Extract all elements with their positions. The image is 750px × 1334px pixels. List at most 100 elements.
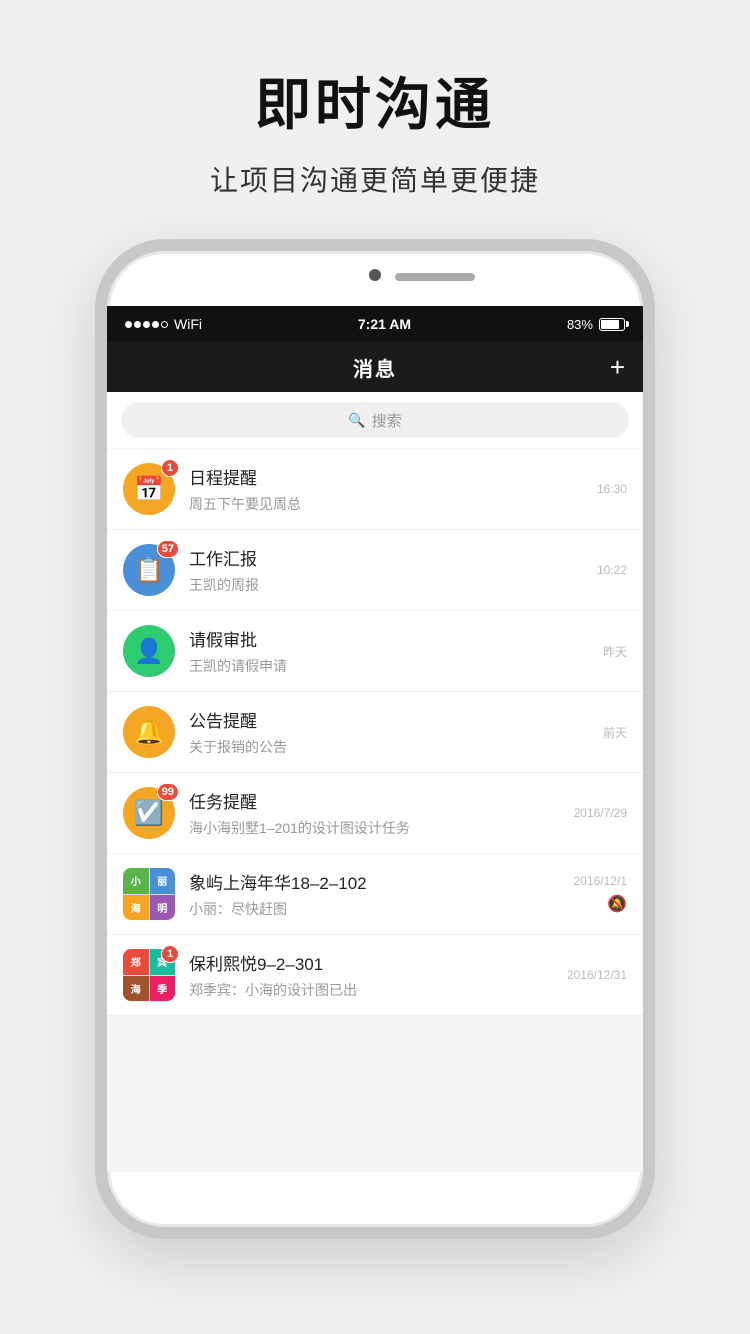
item-title: 日程提醒: [189, 464, 583, 489]
status-right: 83%: [567, 317, 625, 332]
item-time: 2016/12/1: [574, 874, 627, 888]
signal-icon: [125, 321, 168, 328]
avatar-cell: 季: [150, 976, 176, 1002]
unread-badge: 1: [161, 459, 179, 477]
list-item[interactable]: 郑 宾 海 季 1 保利熙悦9–2–301 郑季宾：小海的设计图已出 2016/…: [107, 935, 643, 1016]
report-icon: 📋: [134, 556, 164, 585]
item-content: 日程提醒 周五下午要见周总: [189, 464, 583, 514]
status-time: 7:21 AM: [358, 316, 411, 332]
item-title: 请假审批: [189, 626, 589, 651]
search-placeholder: 搜索: [372, 410, 402, 431]
battery-percent: 83%: [567, 317, 593, 332]
item-meta: 16:30: [597, 482, 627, 496]
item-content: 象屿上海年华18–2–102 小丽：尽快赶图: [189, 869, 560, 919]
item-title: 公告提醒: [189, 707, 589, 732]
avatar-wrap: 📅 1: [123, 463, 175, 515]
item-meta: 2016/12/31: [567, 968, 627, 982]
notice-icon: 🔔: [134, 718, 164, 747]
list-item[interactable]: 🔔 公告提醒 关于报销的公告 前天: [107, 692, 643, 773]
message-list-container: 🔍 搜索 📅 1 日程提醒 周五下午要见周总: [107, 392, 643, 1172]
avatar-cell: 海: [123, 976, 149, 1002]
search-input[interactable]: 🔍 搜索: [121, 402, 629, 438]
avatar-wrap: 郑 宾 海 季 1: [123, 949, 175, 1001]
item-time: 前天: [603, 724, 627, 741]
item-meta: 前天: [603, 724, 627, 741]
signal-dot-1: [125, 321, 132, 328]
avatar: 🔔: [123, 706, 175, 758]
group-avatar: 小 丽 海 明: [123, 868, 175, 920]
item-title: 工作汇报: [189, 545, 583, 570]
item-title: 任务提醒: [189, 788, 560, 813]
mute-icon: 🔕: [607, 894, 627, 914]
avatar-cell: 明: [150, 895, 176, 921]
hero-section: 即时沟通 让项目沟通更简单更便捷: [0, 0, 750, 229]
nav-title: 消息: [353, 353, 397, 382]
search-icon: 🔍: [348, 412, 365, 429]
phone-mockup: WiFi 7:21 AM 83% 消息 + 🔍: [95, 239, 655, 1239]
item-subtitle: 海小海别墅1–201的设计图设计任务: [189, 818, 560, 838]
avatar-wrap: 🔔: [123, 706, 175, 758]
add-button[interactable]: +: [610, 352, 625, 383]
unread-badge: 99: [157, 783, 179, 801]
phone-screen: WiFi 7:21 AM 83% 消息 + 🔍: [107, 306, 643, 1172]
task-icon: ☑️: [134, 799, 164, 828]
unread-badge: 57: [157, 540, 179, 558]
item-time: 2016/12/31: [567, 968, 627, 982]
avatar-cell: 郑: [123, 949, 149, 975]
avatar-cell: 丽: [150, 868, 176, 894]
signal-dot-4: [152, 321, 159, 328]
search-bar: 🔍 搜索: [107, 392, 643, 448]
item-time: 10:22: [597, 563, 627, 577]
battery-bar: [599, 318, 625, 331]
item-subtitle: 关于报销的公告: [189, 737, 589, 757]
hero-subtitle: 让项目沟通更简单更便捷: [210, 159, 540, 199]
battery-fill: [601, 320, 619, 329]
avatar-cell: 小: [123, 868, 149, 894]
status-bar: WiFi 7:21 AM 83%: [107, 306, 643, 342]
wifi-icon: WiFi: [174, 316, 202, 332]
list-item[interactable]: 📅 1 日程提醒 周五下午要见周总 16:30: [107, 449, 643, 530]
item-time: 昨天: [603, 643, 627, 660]
item-subtitle: 王凯的请假申请: [189, 656, 589, 676]
item-subtitle: 王凯的周报: [189, 575, 583, 595]
signal-dot-3: [143, 321, 150, 328]
message-list: 📅 1 日程提醒 周五下午要见周总 16:30: [107, 449, 643, 1016]
battery-icon: [599, 318, 625, 331]
item-content: 任务提醒 海小海别墅1–201的设计图设计任务: [189, 788, 560, 838]
status-left: WiFi: [125, 316, 202, 332]
item-content: 工作汇报 王凯的周报: [189, 545, 583, 595]
item-subtitle: 周五下午要见周总: [189, 494, 583, 514]
list-item[interactable]: ☑️ 99 任务提醒 海小海别墅1–201的设计图设计任务 2016/7/29: [107, 773, 643, 854]
list-item[interactable]: 小 丽 海 明 象屿上海年华18–2–102 小丽：尽快赶图 2016/12/1…: [107, 854, 643, 935]
item-title: 象屿上海年华18–2–102: [189, 869, 560, 894]
item-meta: 2016/7/29: [574, 806, 627, 820]
signal-dot-5: [161, 321, 168, 328]
avatar: 👤: [123, 625, 175, 677]
speaker-icon: [395, 273, 475, 281]
item-content: 请假审批 王凯的请假申请: [189, 626, 589, 676]
leave-icon: 👤: [134, 637, 164, 666]
avatar-wrap: 小 丽 海 明: [123, 868, 175, 920]
item-content: 公告提醒 关于报销的公告: [189, 707, 589, 757]
item-subtitle: 小丽：尽快赶图: [189, 899, 560, 919]
calendar-icon: 📅: [134, 475, 164, 504]
avatar-wrap: 👤: [123, 625, 175, 677]
item-title: 保利熙悦9–2–301: [189, 950, 553, 975]
item-meta: 2016/12/1 🔕: [574, 874, 627, 914]
camera-icon: [369, 269, 381, 281]
item-meta: 昨天: [603, 643, 627, 660]
hero-title: 即时沟通: [255, 60, 495, 141]
avatar-wrap: 📋 57: [123, 544, 175, 596]
item-meta: 10:22: [597, 563, 627, 577]
avatar-cell: 海: [123, 895, 149, 921]
list-item[interactable]: 👤 请假审批 王凯的请假申请 昨天: [107, 611, 643, 692]
item-content: 保利熙悦9–2–301 郑季宾：小海的设计图已出: [189, 950, 553, 1000]
signal-dot-2: [134, 321, 141, 328]
item-subtitle: 郑季宾：小海的设计图已出: [189, 980, 553, 1000]
nav-bar: 消息 +: [107, 342, 643, 392]
unread-badge: 1: [161, 945, 179, 963]
avatar-wrap: ☑️ 99: [123, 787, 175, 839]
list-item[interactable]: 📋 57 工作汇报 王凯的周报 10:22: [107, 530, 643, 611]
item-time: 2016/7/29: [574, 806, 627, 820]
item-time: 16:30: [597, 482, 627, 496]
